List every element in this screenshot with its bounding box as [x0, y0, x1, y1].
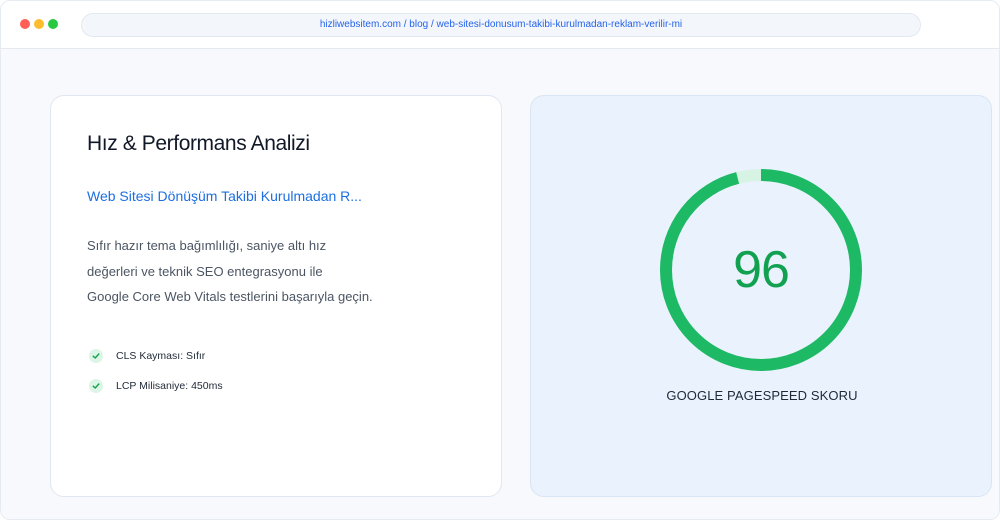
performance-card: Hız & Performans Analizi Web Sitesi Dönü… [50, 95, 502, 497]
check-icon [89, 349, 103, 363]
browser-titlebar: hizliwebsitem.com / blog / web-sitesi-do… [1, 1, 999, 49]
check-item-lcp: LCP Milisaniye: 450ms [89, 377, 223, 395]
score-label: GOOGLE PAGESPEED SKORU [666, 388, 858, 403]
check-label: LCP Milisaniye: 450ms [116, 380, 223, 392]
description-line: Sıfır hazır tema bağımlılığı, saniye alt… [87, 238, 327, 253]
article-link[interactable]: Web Sitesi Dönüşüm Takibi Kurulmadan R..… [87, 188, 362, 204]
address-bar[interactable]: hizliwebsitem.com / blog / web-sitesi-do… [81, 13, 921, 37]
minimize-window-button[interactable] [34, 19, 44, 29]
description-line: değerleri ve teknik SEO entegrasyonu ile [87, 263, 323, 279]
description: Sıfır hazır tema bağımlılığı, saniye alt… [87, 233, 407, 310]
close-window-button[interactable] [20, 19, 30, 29]
browser-window: hizliwebsitem.com / blog / web-sitesi-do… [0, 0, 1000, 520]
check-item-cls: CLS Kayması: Sıfır [89, 347, 205, 365]
check-label: CLS Kayması: Sıfır [116, 350, 206, 362]
page-content: Hız & Performans Analizi Web Sitesi Dönü… [1, 50, 999, 519]
score-value: 96 [733, 241, 790, 299]
description-line: Google Core Web Vitals testlerini başarı… [87, 289, 373, 304]
pagespeed-card: 96 GOOGLE PAGESPEED SKORU [530, 95, 992, 497]
maximize-window-button[interactable] [48, 19, 58, 29]
section-title: Hız & Performans Analizi [87, 132, 310, 155]
check-icon [89, 379, 103, 393]
